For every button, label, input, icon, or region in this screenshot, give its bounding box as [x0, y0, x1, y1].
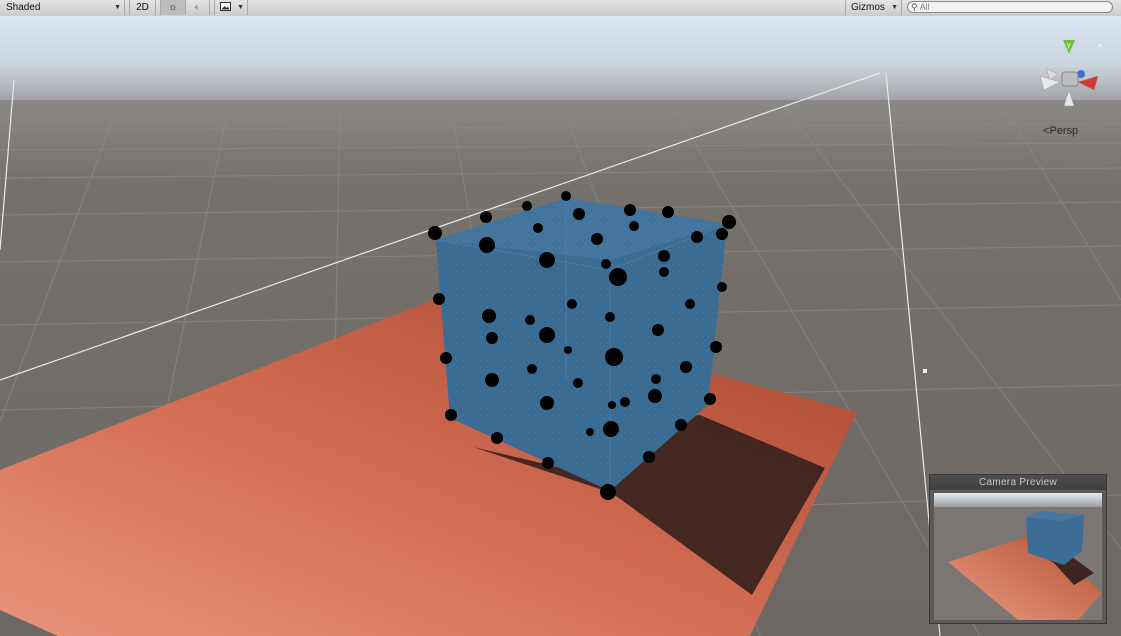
dropdown-arrow-icon: ▼ [237, 4, 244, 11]
point-marker[interactable] [539, 327, 555, 343]
point-marker[interactable] [573, 208, 585, 220]
point-marker[interactable] [539, 252, 555, 268]
camera-preview-title: Camera Preview [930, 475, 1106, 490]
point-marker[interactable] [716, 228, 728, 240]
point-marker[interactable] [486, 332, 498, 344]
point-marker[interactable] [440, 352, 452, 364]
point-marker[interactable] [527, 364, 537, 374]
gizmo-center-cube[interactable] [1061, 71, 1079, 87]
point-marker[interactable] [609, 268, 627, 286]
camera-preview-image [934, 493, 1102, 620]
search-icon: ⚲ [911, 2, 918, 12]
projection-toggle[interactable]: <Persp [1043, 125, 1078, 137]
point-marker[interactable] [567, 299, 577, 309]
shading-mode-label: Shaded [6, 2, 41, 13]
point-marker[interactable] [479, 237, 495, 253]
point-marker[interactable] [485, 373, 499, 387]
point-marker[interactable] [652, 324, 664, 336]
x-axis-cone[interactable] [1078, 76, 1098, 90]
speaker-icon: 🔈︎ [194, 2, 201, 13]
point-marker[interactable] [600, 484, 616, 500]
point-marker[interactable] [662, 206, 674, 218]
search-placeholder: All [919, 2, 930, 12]
point-marker[interactable] [648, 389, 662, 403]
point-marker[interactable] [710, 341, 722, 353]
point-marker[interactable] [722, 215, 736, 229]
point-marker[interactable] [620, 397, 630, 407]
dropdown-arrow-icon: ▼ [891, 4, 898, 11]
point-marker[interactable] [659, 267, 669, 277]
point-marker[interactable] [624, 204, 636, 216]
point-marker[interactable] [573, 378, 583, 388]
point-marker[interactable] [643, 451, 655, 463]
point-marker[interactable] [658, 250, 670, 262]
point-marker[interactable] [491, 432, 503, 444]
2d-toggle-button[interactable]: 2D [129, 0, 156, 15]
scene-search-input[interactable]: ⚲ All [907, 1, 1113, 13]
point-marker[interactable] [704, 393, 716, 405]
point-marker[interactable] [522, 201, 532, 211]
camera-preview-panel[interactable]: Camera Preview [929, 474, 1107, 624]
sun-icon: ☼ [168, 2, 178, 13]
y-axis-label: y [1067, 42, 1071, 49]
neg-y-axis-cone[interactable] [1063, 89, 1075, 107]
point-marker[interactable] [603, 421, 619, 437]
point-marker[interactable] [675, 419, 687, 431]
point-marker[interactable] [601, 259, 611, 269]
point-marker[interactable] [542, 457, 554, 469]
point-marker[interactable] [605, 312, 615, 322]
point-marker[interactable] [525, 315, 535, 325]
point-marker[interactable] [680, 361, 692, 373]
audio-toggle-button[interactable]: 🔈︎ [186, 0, 210, 15]
point-marker[interactable] [480, 211, 492, 223]
point-marker[interactable] [433, 293, 445, 305]
2d-toggle-label: 2D [136, 2, 149, 13]
lighting-toggle-button[interactable]: ☼ [160, 0, 186, 15]
point-marker[interactable] [651, 374, 661, 384]
shading-mode-dropdown[interactable]: Shaded ▼ [0, 0, 125, 15]
scene-orientation-gizmo[interactable]: y × [1038, 38, 1104, 108]
point-marker[interactable] [717, 282, 727, 292]
scene-viewport[interactable]: y × <Persp Camera Preview [0, 16, 1121, 636]
point-marker[interactable] [445, 409, 457, 421]
gizmos-label: Gizmos [851, 2, 885, 13]
point-marker[interactable] [591, 233, 603, 245]
point-marker[interactable] [586, 428, 594, 436]
point-marker[interactable] [533, 223, 543, 233]
point-marker[interactable] [540, 396, 554, 410]
dropdown-arrow-icon: ▼ [114, 4, 121, 11]
gizmos-dropdown[interactable]: Gizmos ▼ [845, 0, 902, 15]
image-icon [220, 2, 231, 11]
point-marker[interactable] [564, 346, 572, 354]
effects-dropdown[interactable]: ▼ [214, 0, 248, 15]
point-marker[interactable] [685, 299, 695, 309]
camera-preview-render [934, 493, 1102, 620]
point-marker[interactable] [691, 231, 703, 243]
point-marker[interactable] [561, 191, 571, 201]
point-marker[interactable] [605, 348, 623, 366]
projection-label: Persp [1049, 125, 1079, 137]
point-marker[interactable] [629, 221, 639, 231]
point-marker[interactable] [608, 401, 616, 409]
point-marker[interactable] [482, 309, 496, 323]
scene-toolbar: Shaded ▼ 2D ☼ 🔈︎ ▼ Gizmos ▼ ⚲ All [0, 0, 1121, 17]
gizmo-lock-icon[interactable]: × [1098, 43, 1102, 50]
point-marker[interactable] [428, 226, 442, 240]
